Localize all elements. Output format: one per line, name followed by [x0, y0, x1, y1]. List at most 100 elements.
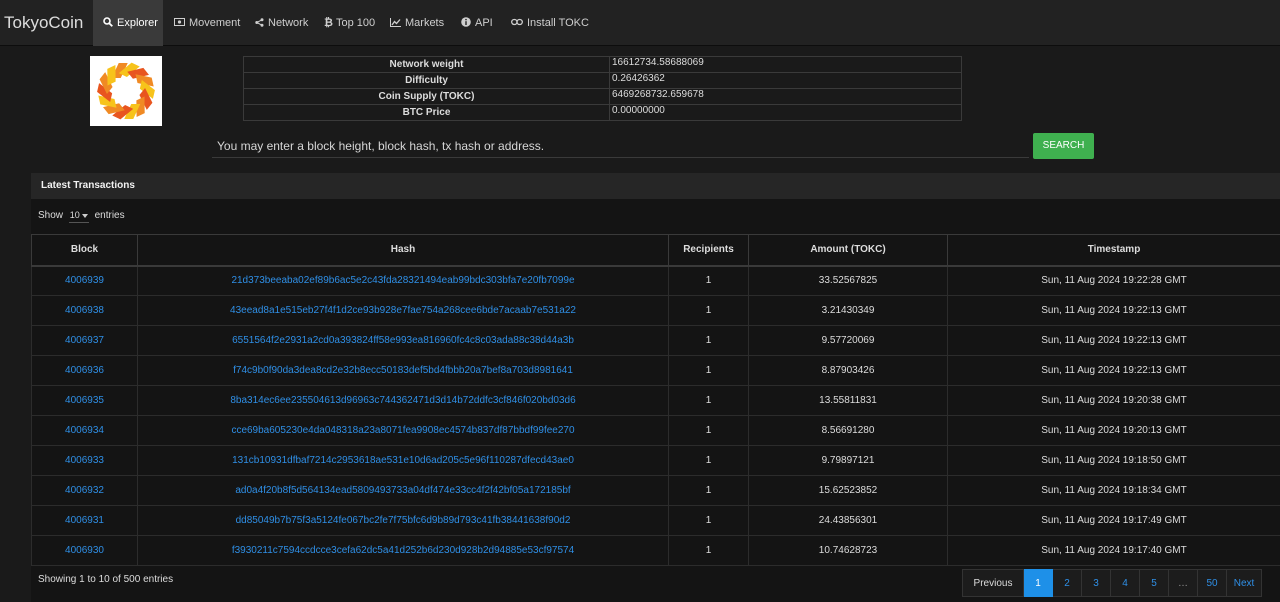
transactions-table: Block Hash Recipients Amount (TOKC) Time…: [31, 234, 1280, 566]
column-header-amount[interactable]: Amount (TOKC): [748, 234, 948, 267]
recipients-cell: 1: [668, 445, 749, 476]
summary-row-network-weight: Network weight 16612734.58688069: [243, 56, 962, 73]
block-link[interactable]: 4006939: [65, 275, 104, 286]
nav-item-movement[interactable]: Movement: [174, 0, 240, 46]
hash-cell: ad0a4f20b8f5d564134ead5809493733a04df474…: [137, 475, 669, 506]
column-header-block[interactable]: Block: [31, 234, 138, 267]
tx-hash-link[interactable]: f74c9b0f90da3dea8cd2e32b8ecc50183def5bd4…: [233, 365, 573, 376]
btc-price-value: 0.00000000: [609, 104, 962, 121]
block-link[interactable]: 4006935: [65, 395, 104, 406]
coin-supply-value: 6469268732.659678: [609, 88, 962, 105]
block-link[interactable]: 4006931: [65, 515, 104, 526]
tx-hash-link[interactable]: 131cb10931dfbaf7214c2953618ae531e10d6ad2…: [232, 455, 574, 466]
entries-per-page-select[interactable]: 10: [68, 210, 89, 223]
hash-cell: 21d373beeaba02ef89b6ac5e2c43fda28321494e…: [137, 265, 669, 296]
column-header-recipients[interactable]: Recipients: [668, 234, 749, 267]
table-row: 4006933 131cb10931dfbaf7214c2953618ae531…: [31, 445, 1280, 476]
pagination-page-4[interactable]: 4: [1111, 569, 1140, 597]
tx-hash-link[interactable]: 6551564f2e2931a2cd0a393824ff58e993ea8169…: [232, 335, 574, 346]
column-header-hash[interactable]: Hash: [137, 234, 669, 267]
block-cell: 4006934: [31, 415, 138, 446]
line-chart-icon: [390, 17, 401, 27]
link-icon: [511, 18, 523, 26]
recipients-cell: 1: [668, 325, 749, 356]
tx-hash-link[interactable]: dd85049b7b75f3a5124fe067bc2fe7f75bfc6d9b…: [236, 515, 571, 526]
nav-item-network[interactable]: Network: [255, 0, 308, 46]
timestamp-cell: Sun, 11 Aug 2024 19:22:28 GMT: [947, 265, 1280, 296]
tx-hash-link[interactable]: 8ba314ec6ee235504613d96963c744362471d3d1…: [230, 395, 575, 406]
block-link[interactable]: 4006932: [65, 485, 104, 496]
summary-row-btc-price: BTC Price 0.00000000: [243, 104, 962, 121]
timestamp-cell: Sun, 11 Aug 2024 19:22:13 GMT: [947, 355, 1280, 386]
amount-cell: 8.56691280: [748, 415, 948, 446]
block-cell: 4006936: [31, 355, 138, 386]
nav-item-api[interactable]: API: [461, 0, 493, 46]
pagination: Previous 1 2 3 4 5 … 50 Next: [962, 569, 1262, 597]
tx-hash-link[interactable]: 21d373beeaba02ef89b6ac5e2c43fda28321494e…: [231, 275, 574, 286]
block-link[interactable]: 4006936: [65, 365, 104, 376]
recipients-cell: 1: [668, 355, 749, 386]
network-summary-table: Network weight 16612734.58688069 Difficu…: [243, 56, 962, 121]
show-entries-control: Show 10 entries: [38, 210, 125, 223]
recipients-cell: 1: [668, 265, 749, 296]
caret-down-icon: [81, 213, 88, 218]
recipients-cell: 1: [668, 475, 749, 506]
amount-cell: 8.87903426: [748, 355, 948, 386]
block-cell: 4006935: [31, 385, 138, 416]
timestamp-cell: Sun, 11 Aug 2024 19:17:40 GMT: [947, 535, 1280, 566]
search-input[interactable]: [212, 134, 1029, 158]
amount-cell: 24.43856301: [748, 505, 948, 536]
block-cell: 4006938: [31, 295, 138, 326]
pagination-page-1[interactable]: 1: [1024, 569, 1053, 597]
nav-item-markets[interactable]: Markets: [390, 0, 444, 46]
block-link[interactable]: 4006938: [65, 305, 104, 316]
block-cell: 4006933: [31, 445, 138, 476]
pagination-ellipsis: …: [1169, 569, 1198, 597]
block-cell: 4006937: [31, 325, 138, 356]
pagination-next[interactable]: Next: [1227, 569, 1262, 597]
recipients-cell: 1: [668, 415, 749, 446]
table-row: 4006931 dd85049b7b75f3a5124fe067bc2fe7f7…: [31, 505, 1280, 536]
block-link[interactable]: 4006933: [65, 455, 104, 466]
nav-item-explorer[interactable]: Explorer: [93, 0, 163, 46]
nav-item-install-tokc[interactable]: Install TOKC: [511, 0, 589, 46]
brand-name[interactable]: TokyoCoin: [4, 13, 83, 33]
amount-cell: 33.52567825: [748, 265, 948, 296]
pagination-previous[interactable]: Previous: [962, 569, 1024, 597]
hash-cell: 43eead8a1e515eb27f4f1d2ce93b928e7fae754a…: [137, 295, 669, 326]
nav-item-top-100[interactable]: ₿ Top 100: [324, 0, 375, 46]
tx-hash-link[interactable]: f3930211c7594ccdcce3cefa62dc5a41d252b6d2…: [232, 545, 574, 556]
hash-cell: 131cb10931dfbaf7214c2953618ae531e10d6ad2…: [137, 445, 669, 476]
table-row: 4006932 ad0a4f20b8f5d564134ead5809493733…: [31, 475, 1280, 506]
block-link[interactable]: 4006930: [65, 545, 104, 556]
amount-cell: 9.79897121: [748, 445, 948, 476]
share-icon: [255, 17, 264, 27]
hash-cell: 6551564f2e2931a2cd0a393824ff58e993ea8169…: [137, 325, 669, 356]
summary-row-coin-supply: Coin Supply (TOKC) 6469268732.659678: [243, 88, 962, 105]
block-link[interactable]: 4006937: [65, 335, 104, 346]
pagination-page-3[interactable]: 3: [1082, 569, 1111, 597]
search-button[interactable]: SEARCH: [1033, 133, 1094, 159]
table-row: 4006938 43eead8a1e515eb27f4f1d2ce93b928e…: [31, 295, 1280, 326]
pagination-page-2[interactable]: 2: [1053, 569, 1082, 597]
difficulty-value: 0.26426362: [609, 72, 962, 89]
block-link[interactable]: 4006934: [65, 425, 104, 436]
nav-label: Movement: [189, 17, 241, 29]
latest-transactions-panel: Latest Transactions Show 10 entries Bloc…: [31, 173, 1280, 602]
timestamp-cell: Sun, 11 Aug 2024 19:18:50 GMT: [947, 445, 1280, 476]
difficulty-label: Difficulty: [243, 72, 610, 89]
recipients-cell: 1: [668, 505, 749, 536]
tx-hash-link[interactable]: cce69ba605230e4da048318a23a8071fea9908ec…: [231, 425, 574, 436]
tx-hash-link[interactable]: ad0a4f20b8f5d564134ead5809493733a04df474…: [235, 485, 570, 496]
column-header-timestamp[interactable]: Timestamp: [947, 234, 1280, 267]
block-cell: 4006930: [31, 535, 138, 566]
recipients-cell: 1: [668, 385, 749, 416]
tx-hash-link[interactable]: 43eead8a1e515eb27f4f1d2ce93b928e7fae754a…: [230, 305, 576, 316]
nav-label: Top 100: [335, 17, 376, 29]
timestamp-cell: Sun, 11 Aug 2024 19:22:13 GMT: [947, 295, 1280, 326]
pagination-page-50[interactable]: 50: [1198, 569, 1227, 597]
table-row: 4006934 cce69ba605230e4da048318a23a8071f…: [31, 415, 1280, 446]
top-navbar: TokyoCoin Explorer Movement Network ₿ Top…: [0, 0, 1280, 46]
pagination-page-5[interactable]: 5: [1140, 569, 1169, 597]
amount-cell: 13.55811831: [748, 385, 948, 416]
